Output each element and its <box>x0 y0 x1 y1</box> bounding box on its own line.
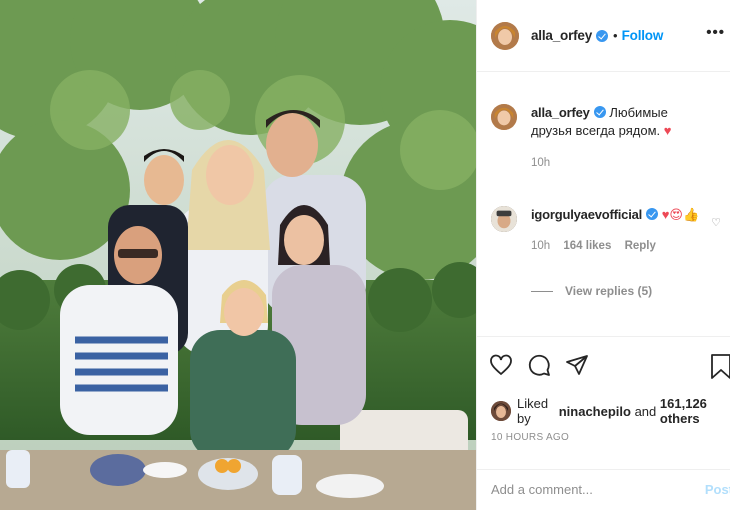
caption-time[interactable]: 10h <box>531 157 550 169</box>
liker-avatar[interactable] <box>491 401 511 421</box>
caption-row: alla_orfey Любимые друзья всегда рядом. … <box>491 104 711 172</box>
save-icon[interactable] <box>709 353 730 381</box>
caption-meta: 10h <box>531 154 711 172</box>
commenter-username[interactable]: igorgulyaevofficial <box>531 207 642 222</box>
view-replies-label: View replies (5) <box>565 284 653 298</box>
author-avatar[interactable] <box>491 21 519 50</box>
post-timestamp[interactable]: 10 HOURS AGO <box>491 432 569 443</box>
group-photo-image <box>0 0 476 510</box>
caption-heart-emoji: ♥ <box>663 123 672 138</box>
action-icons <box>489 353 589 377</box>
comment-like-heart-icon[interactable]: ♡ <box>711 216 721 229</box>
author-username[interactable]: alla_orfey <box>531 28 592 43</box>
post-side-panel: alla_orfey • Follow ••• alla_orfey Любим… <box>476 0 730 510</box>
verified-icon <box>593 106 606 118</box>
view-replies-button[interactable]: View replies (5) <box>531 284 652 298</box>
comment-body: igorgulyaevofficial ♥😍👍 10h 164 likes Re… <box>531 206 711 255</box>
post-comment-button[interactable]: Post <box>705 482 730 497</box>
follow-button[interactable]: Follow <box>622 28 664 43</box>
verified-icon <box>596 29 609 42</box>
comment-meta: 10h 164 likes Reply <box>531 237 711 255</box>
caption-username[interactable]: alla_orfey <box>531 105 590 120</box>
likes-middle: and <box>634 403 657 419</box>
comment-time[interactable]: 10h <box>531 240 550 252</box>
comment-emoji: ♥😍👍 <box>661 207 700 222</box>
replies-divider <box>531 290 553 292</box>
heart-icon[interactable] <box>489 353 513 377</box>
likes-count[interactable]: 161,126 others <box>660 396 730 426</box>
verified-icon <box>646 208 659 220</box>
caption-avatar[interactable] <box>491 104 517 130</box>
likes-prefix: Liked by <box>517 396 549 426</box>
comment-icon[interactable] <box>527 353 551 377</box>
comments-list[interactable]: alla_orfey Любимые друзья всегда рядом. … <box>477 72 730 336</box>
more-icon[interactable]: ••• <box>706 24 725 41</box>
post-header: alla_orfey • Follow ••• <box>477 0 730 72</box>
comment-input[interactable] <box>491 482 691 497</box>
post-photo[interactable] <box>0 0 476 510</box>
share-icon[interactable] <box>565 353 589 377</box>
comment-likes[interactable]: 164 likes <box>563 240 611 252</box>
post-actions: Liked by ninachepilo and 161,126 others … <box>477 336 730 508</box>
caption-body: alla_orfey Любимые друзья всегда рядом. … <box>531 104 711 172</box>
liker-username[interactable]: ninachepilo <box>559 404 631 419</box>
commenter-avatar[interactable] <box>491 206 517 232</box>
comment-row: igorgulyaevofficial ♥😍👍 10h 164 likes Re… <box>491 206 711 255</box>
separator-dot: • <box>613 28 618 43</box>
add-comment-bar: Post <box>477 469 730 509</box>
likes-summary: Liked by ninachepilo and 161,126 others <box>491 396 730 426</box>
reply-button[interactable]: Reply <box>625 240 656 252</box>
